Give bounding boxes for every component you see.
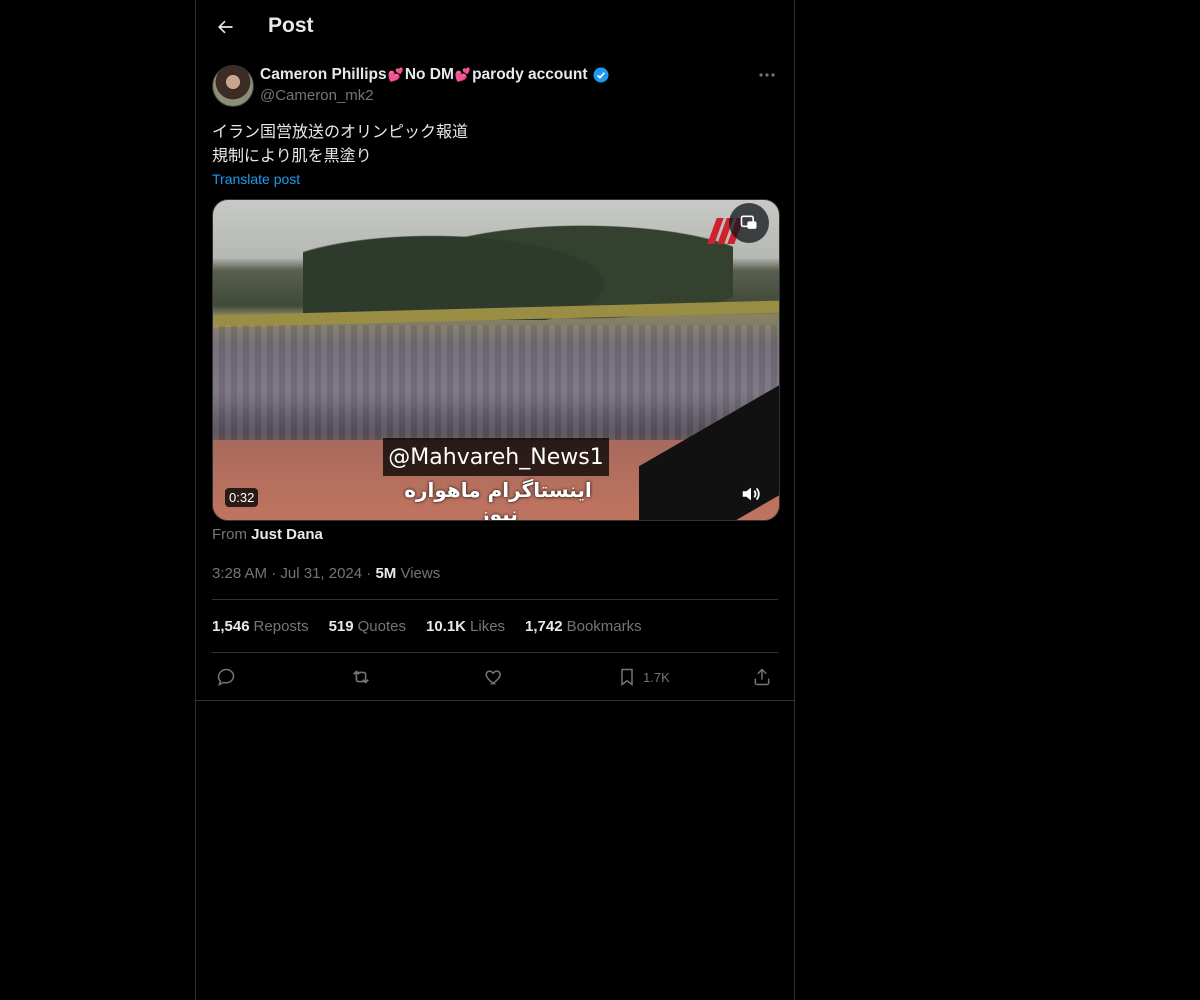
bookmark-icon (621, 668, 633, 686)
like-button[interactable] (484, 664, 504, 690)
views-count: 5M (375, 565, 397, 582)
bookmark-button[interactable]: 1.7K (617, 664, 670, 690)
divider (196, 700, 794, 701)
page-header: Post (196, 0, 794, 55)
post-time[interactable]: 3:28 AM (212, 565, 267, 582)
action-bar: 1.7K (212, 664, 778, 690)
heart-emoji-icon: 💕 (454, 67, 472, 82)
picture-in-picture-icon[interactable] (729, 203, 769, 243)
share-button[interactable] (752, 664, 772, 690)
volume-icon[interactable] (739, 482, 763, 506)
share-icon (754, 668, 770, 686)
video-player[interactable]: @Mahvareh_News1 اینستاگرام ماهواره نیوز … (212, 199, 780, 521)
post-author: Cameron Phillips 💕 No DM 💕 parody accoun… (212, 65, 778, 107)
bookmarks-stat[interactable]: 1,742 Bookmarks (525, 618, 642, 635)
video-source: From Just Dana (212, 526, 323, 543)
likes-stat[interactable]: 10.1K Likes (426, 618, 505, 635)
repost-icon (353, 670, 369, 684)
post-date[interactable]: Jul 31, 2024 (280, 565, 362, 582)
views-label: Views (400, 565, 441, 582)
heart-emoji-icon: 💕 (387, 67, 404, 82)
avatar[interactable] (212, 65, 254, 107)
video-duration: 0:32 (225, 488, 259, 507)
user-handle[interactable]: @Cameron_mk2 (260, 87, 374, 104)
post-text-line: イラン国営放送のオリンピック報道 (212, 124, 469, 141)
reply-icon (217, 668, 235, 686)
divider (212, 652, 778, 653)
reply-button[interactable] (216, 664, 236, 690)
reposts-stat[interactable]: 1,546 Reposts (212, 618, 309, 635)
engagement-stats: 1,546 Reposts 519 Quotes 10.1K Likes 1,742 B… (212, 618, 642, 635)
display-name-part: No DM (404, 66, 454, 83)
page-title: Post (268, 14, 314, 37)
video-watermark-caption: اینستاگرام ماهواره نیوز (404, 478, 592, 521)
main-column: Post Cameron Phillips 💕 No DM 💕 parody a… (195, 0, 795, 1000)
display-name-part: Cameron Phillips (260, 66, 387, 83)
heart-icon (485, 670, 501, 685)
repost-button[interactable] (350, 664, 372, 690)
verified-badge-icon[interactable] (592, 66, 610, 84)
translate-post-link[interactable]: Translate post (212, 171, 300, 187)
video-frame-trees (303, 200, 733, 320)
post-text-line: 規制により肌を黒塗り (212, 148, 372, 165)
from-label: From (212, 526, 247, 543)
display-name-part: parody account (472, 66, 588, 83)
post-meta: 3:28 AM · Jul 31, 2024 · 5M Views (212, 565, 440, 582)
video-watermark-handle: @Mahvareh_News1 (383, 438, 609, 476)
meta-separator: · (271, 565, 281, 582)
bookmark-count: 1.7K (643, 669, 670, 685)
display-name[interactable]: Cameron Phillips 💕 No DM 💕 parody accoun… (260, 66, 610, 84)
quotes-stat[interactable]: 519 Quotes (329, 618, 406, 635)
back-arrow-icon[interactable] (212, 14, 238, 40)
video-frame-crowd (213, 325, 779, 445)
more-options-icon[interactable] (756, 67, 778, 83)
source-name-link[interactable]: Just Dana (251, 526, 323, 543)
post-text: イラン国営放送のオリンピック報道 規制により肌を黒塗り (212, 121, 468, 169)
divider (212, 599, 778, 600)
